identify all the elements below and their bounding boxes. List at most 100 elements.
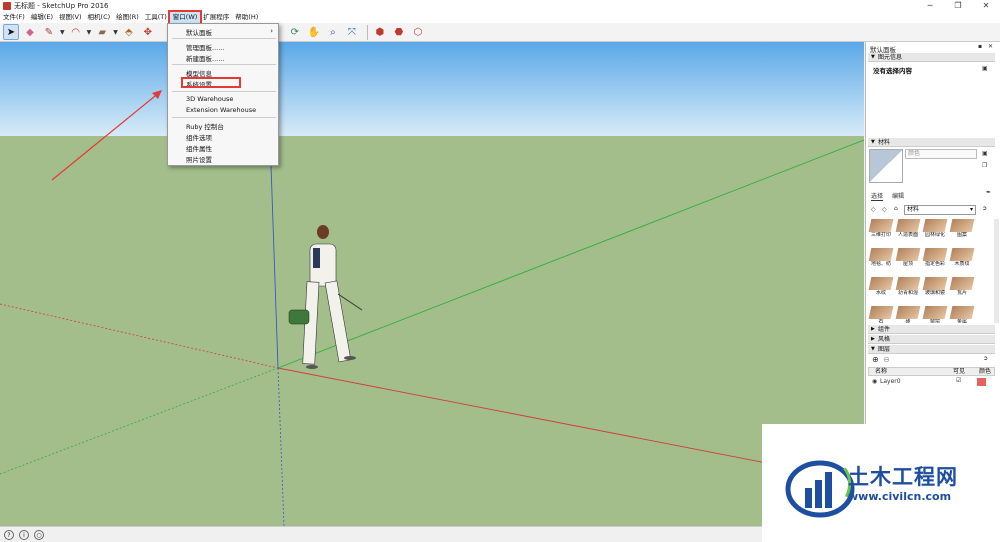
menu-divider xyxy=(172,117,276,118)
eraser-icon[interactable]: ◆ xyxy=(22,24,38,40)
menu-draw[interactable]: 绘图(R) xyxy=(113,12,142,23)
delete-layer-icon[interactable]: ⊖ xyxy=(883,355,890,364)
tab-select[interactable]: 选择 xyxy=(871,191,884,201)
watermark-brand: 土木工程网 xyxy=(848,465,958,489)
menu-camera[interactable]: 相机(C) xyxy=(85,12,114,23)
warehouse-icon[interactable]: ⬢ xyxy=(372,24,388,40)
material-swatch[interactable]: 瓦片 xyxy=(949,277,975,303)
menu-item-extension-warehouse[interactable]: Extension Warehouse xyxy=(186,106,256,114)
menu-item-ruby-console[interactable]: Ruby 控制台 xyxy=(186,121,224,131)
zoom-icon[interactable]: ⌕ xyxy=(325,24,341,40)
column-name: 名称 xyxy=(875,368,888,375)
material-swatch[interactable]: 砖 xyxy=(895,306,921,323)
material-swatch[interactable]: 水纹 xyxy=(868,277,894,303)
material-swatch[interactable]: 石 xyxy=(868,306,894,323)
zoom-extents-icon[interactable]: ⤧ xyxy=(344,24,360,40)
main-toolbar: ➤ ◆ ✎ ▼ ◠ ▼ ▰ ▼ ⬘ ✥ ⟳ ✋ ⌕ ⤧ ⬢ ⬣ ⬡ xyxy=(0,23,1000,42)
extension-warehouse-icon[interactable]: ⬣ xyxy=(391,24,407,40)
orbit-icon[interactable]: ⟳ xyxy=(287,24,303,40)
library-select[interactable]: 材料 ▾ xyxy=(904,205,976,215)
material-swatch[interactable]: 木质纹 xyxy=(949,248,975,274)
material-swatch[interactable]: 园林绿化 xyxy=(922,219,948,245)
collapse-triangle-icon: ▼ xyxy=(871,139,875,145)
menu-window[interactable]: 窗口(W) xyxy=(167,10,203,25)
materials-scrollbar[interactable] xyxy=(994,219,999,323)
layers-table-header: 名称 可见 颜色 xyxy=(868,367,995,376)
layer-name: Layer0 xyxy=(880,378,901,385)
pencil-icon[interactable]: ✎ xyxy=(41,24,57,40)
expand-triangle-icon: ▶ xyxy=(871,326,875,332)
tab-edit[interactable]: 编辑 xyxy=(892,191,904,200)
close-icon[interactable]: ✕ xyxy=(972,0,1000,12)
create-material-icon[interactable]: ❒ xyxy=(982,162,987,169)
material-swatch[interactable]: 图案 xyxy=(949,219,975,245)
menu-tools[interactable]: 工具(T) xyxy=(142,12,170,23)
layer-color-swatch[interactable] xyxy=(977,378,986,386)
menu-item-photo-textures[interactable]: 照片设置 xyxy=(186,154,212,164)
annotation-arrow xyxy=(51,91,161,181)
minimize-icon[interactable]: ─ xyxy=(916,0,944,12)
green-axis xyxy=(0,367,279,475)
tray-pin-icon[interactable]: ▪ xyxy=(978,43,982,50)
menu-item-component-attributes[interactable]: 组件属性 xyxy=(186,143,212,153)
material-swatch[interactable]: 窗帘 xyxy=(922,306,948,323)
materials-grid: 三维打印 人造表面 园林绿化 图案 地毯、纺 屋顶 指定色彩 木质纹 水纹 沥青… xyxy=(868,219,988,323)
layers-header[interactable]: ▼ 图层 xyxy=(868,345,995,354)
material-swatch[interactable]: 玻璃和镜 xyxy=(922,277,948,303)
arc-dropdown-icon[interactable]: ▼ xyxy=(87,29,92,36)
menu-divider xyxy=(172,91,276,92)
arc-icon[interactable]: ◠ xyxy=(68,24,84,40)
pencil-dropdown-icon[interactable]: ▼ xyxy=(60,29,65,36)
eyedropper-icon[interactable]: ✒ xyxy=(986,189,991,196)
menu-item-component-options[interactable]: 组件选项 xyxy=(186,132,212,142)
red-axis xyxy=(0,303,279,369)
layer-row[interactable]: ◉ Layer0 ☑ xyxy=(868,377,995,387)
maximize-icon[interactable]: ❐ xyxy=(944,0,972,12)
rectangle-icon[interactable]: ▰ xyxy=(94,24,110,40)
details-arrow-icon[interactable]: ➲ xyxy=(982,205,987,212)
material-swatch[interactable]: 地毯、纺 xyxy=(868,248,894,274)
menu-file[interactable]: 文件(F) xyxy=(0,12,28,23)
menu-edit[interactable]: 编辑(E) xyxy=(28,12,56,23)
menu-view[interactable]: 视图(V) xyxy=(56,12,85,23)
material-swatch[interactable]: 金属 xyxy=(949,306,975,323)
layer-details-icon[interactable]: ➲ xyxy=(983,355,988,362)
materials-header[interactable]: ▼ 材料 xyxy=(868,138,995,147)
styles-header[interactable]: ▶ 风格 xyxy=(868,335,995,344)
menu-extensions[interactable]: 扩展程序 xyxy=(200,12,232,23)
menu-bar: 文件(F) 编辑(E) 视图(V) 相机(C) 绘图(R) 工具(T) 窗口(W… xyxy=(0,10,1000,25)
back-icon[interactable]: ◇ xyxy=(871,206,876,213)
user-icon[interactable]: ○ xyxy=(34,529,44,540)
move-icon[interactable]: ✥ xyxy=(140,24,156,40)
menu-item-default-tray[interactable]: 默认面板 xyxy=(186,27,212,37)
material-swatch[interactable]: 指定色彩 xyxy=(922,248,948,274)
add-layer-icon[interactable]: ⊕ xyxy=(872,355,879,364)
layer-visible-checkbox[interactable]: ☑ xyxy=(956,377,961,384)
push-pull-icon[interactable]: ⬘ xyxy=(121,24,137,40)
credits-icon[interactable]: i xyxy=(19,529,29,540)
material-swatch[interactable]: 三维打印 xyxy=(868,219,894,245)
share-model-icon[interactable]: ⬡ xyxy=(410,24,426,40)
select-arrow-icon[interactable]: ➤ xyxy=(3,24,19,40)
rectangle-dropdown-icon[interactable]: ▼ xyxy=(113,29,118,36)
window-menu-dropdown: 默认面板 › 管理面板...... 新建面板...... 模型信息 系统设置 3… xyxy=(167,23,279,166)
material-swatch[interactable]: 人造表面 xyxy=(895,219,921,245)
active-layer-radio-icon[interactable]: ◉ xyxy=(872,378,877,385)
menu-item-manage-trays[interactable]: 管理面板...... xyxy=(186,42,224,52)
geolocation-icon[interactable]: ? xyxy=(4,529,14,540)
material-name-field[interactable]: 颜色 xyxy=(905,149,977,159)
pan-icon[interactable]: ✋ xyxy=(306,24,322,40)
entity-info-header[interactable]: ▼ 图元信息 xyxy=(868,53,995,62)
display-secondary-icon[interactable]: ▣ xyxy=(982,150,988,157)
menu-item-new-tray[interactable]: 新建面板...... xyxy=(186,53,224,63)
menu-help[interactable]: 帮助(H) xyxy=(232,12,261,23)
forward-icon[interactable]: ◇ xyxy=(882,206,887,213)
components-title: 组件 xyxy=(878,326,891,333)
menu-item-3d-warehouse[interactable]: 3D Warehouse xyxy=(186,95,233,103)
tray-close-icon[interactable]: ✕ xyxy=(988,43,993,50)
components-header[interactable]: ▶ 组件 xyxy=(868,325,995,334)
material-swatch[interactable]: 沥青和混 xyxy=(895,277,921,303)
material-swatch[interactable]: 屋顶 xyxy=(895,248,921,274)
drawing-viewport[interactable] xyxy=(0,42,864,526)
home-icon[interactable]: ⌂ xyxy=(894,205,898,212)
